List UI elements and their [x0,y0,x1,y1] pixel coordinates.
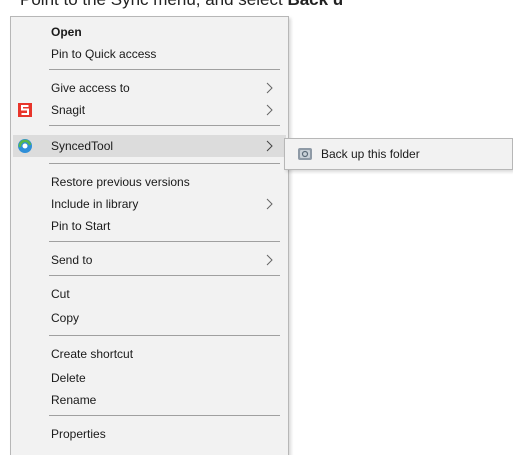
menu-item-properties[interactable]: Properties [13,423,286,445]
menu-item-send-to[interactable]: Send to [13,249,286,271]
menu-item-snagit[interactable]: Snagit [13,99,286,121]
chevron-right-icon [266,198,273,210]
menu-item-delete[interactable]: Delete [13,367,286,389]
backup-folder-icon [298,148,312,160]
menu-item-label: Properties [51,427,106,441]
snagit-icon [18,103,32,117]
menu-item-include-library[interactable]: Include in library [13,193,286,215]
instruction-text: Point to the Sync menu, and select Back … [20,0,343,10]
menu-item-create-shortcut[interactable]: Create shortcut [13,343,286,365]
menu-item-label: Snagit [51,103,86,117]
menu-item-cut[interactable]: Cut [13,283,286,305]
screenshot: Point to the Sync menu, and select Back … [0,0,513,455]
menu-separator [49,241,280,242]
menu-item-label: Pin to Quick access [51,47,157,61]
menu-item-restore-versions[interactable]: Restore previous versions [13,171,286,193]
syncedtool-submenu: Back up this folder [284,138,513,170]
chevron-right-icon [266,82,273,94]
chevron-right-icon [266,254,273,266]
instruction-bold: Back u [287,0,343,9]
syncedtool-icon [18,139,32,153]
menu-item-rename[interactable]: Rename [13,389,286,411]
menu-separator [49,69,280,70]
menu-item-open[interactable]: Open [13,21,286,43]
submenu-item-back-up-folder[interactable]: Back up this folder [287,143,510,165]
menu-item-label: Copy [51,311,80,325]
chevron-right-icon [266,140,273,152]
menu-item-copy[interactable]: Copy [13,307,286,329]
menu-item-pin-start[interactable]: Pin to Start [13,215,286,237]
menu-item-pin-quick-access[interactable]: Pin to Quick access [13,43,286,65]
menu-separator [49,415,280,416]
menu-item-label: Create shortcut [51,347,134,361]
menu-item-label: Cut [51,287,70,301]
menu-item-syncedtool[interactable]: SyncedTool [13,135,286,157]
menu-item-label: SyncedTool [51,139,114,153]
instruction-prefix: Point to the Sync menu, and select [20,0,287,9]
menu-separator [49,335,280,336]
context-menu: Open Pin to Quick access Give access to … [10,16,289,455]
menu-item-label: Rename [51,393,97,407]
chevron-right-icon [266,104,273,116]
menu-separator [49,275,280,276]
menu-separator [49,163,280,164]
menu-item-label: Delete [51,371,86,385]
menu-item-give-access[interactable]: Give access to [13,77,286,99]
menu-item-label: Open [51,25,82,39]
menu-item-label: Send to [51,253,93,267]
menu-separator [49,125,280,126]
menu-item-label: Include in library [51,197,139,211]
submenu-item-label: Back up this folder [321,147,420,161]
menu-item-label: Pin to Start [51,219,111,233]
menu-item-label: Give access to [51,81,130,95]
menu-item-label: Restore previous versions [51,175,190,189]
